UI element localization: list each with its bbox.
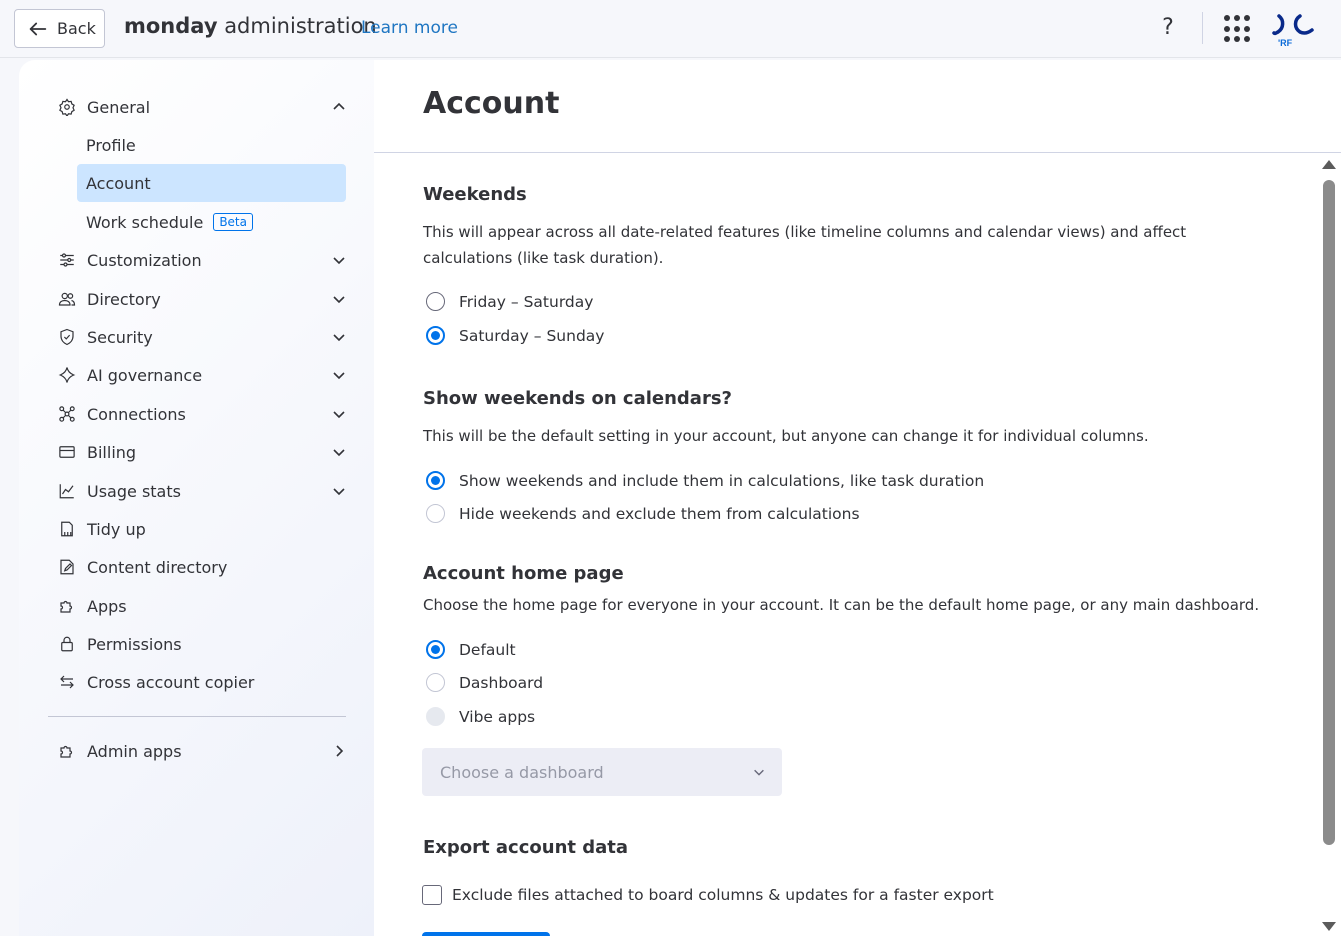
back-button[interactable]: Back (14, 9, 105, 48)
radio-show-weekends[interactable]: Show weekends and include them in calcul… (426, 471, 984, 490)
sparkle-icon (57, 365, 77, 385)
apps-grid-icon[interactable] (1224, 15, 1252, 43)
chart-line-icon (57, 481, 77, 501)
learn-more-link[interactable]: Learn more (361, 18, 458, 38)
back-label: Back (57, 19, 96, 38)
page-title: Account (423, 86, 560, 121)
radio-dashboard[interactable]: Dashboard (426, 673, 543, 692)
scrollbar-thumb[interactable] (1323, 180, 1335, 845)
sidebar-item-ai-governance[interactable]: AI governance (57, 356, 347, 394)
radio-vibe-apps[interactable]: Vibe apps (426, 707, 535, 726)
users-icon (57, 289, 77, 309)
chevron-up-icon (333, 102, 345, 110)
chevron-down-icon (333, 411, 345, 419)
chevron-down-icon (333, 296, 345, 304)
chevron-right-icon (336, 745, 344, 757)
app-title: monday administration (124, 14, 377, 38)
chevron-down-icon (333, 372, 345, 380)
sidebar-item-label: General (87, 97, 151, 117)
chevron-down-icon (333, 257, 345, 265)
chevron-down-icon (333, 334, 345, 342)
sidebar-item-security[interactable]: Security (57, 318, 347, 356)
radio-circle-selected (426, 640, 445, 659)
checkbox-box (422, 885, 442, 905)
account-logo[interactable]: 'RF (1270, 12, 1318, 52)
connections-icon (57, 404, 77, 424)
divider (1202, 12, 1203, 44)
sidebar-item-customization[interactable]: Customization (57, 241, 347, 279)
scroll-up-arrow[interactable] (1322, 160, 1336, 169)
show-weekends-title: Show weekends on calendars? (423, 388, 732, 409)
dashboard-dropdown[interactable]: Choose a dashboard (422, 748, 782, 796)
radio-saturday-sunday[interactable]: Saturday – Sunday (426, 326, 604, 345)
sidebar-item-directory[interactable]: Directory (57, 280, 347, 318)
sidebar-item-apps[interactable]: Apps (57, 587, 347, 625)
radio-circle-selected (426, 326, 445, 345)
radio-hide-weekends[interactable]: Hide weekends and exclude them from calc… (426, 504, 860, 523)
scroll-down-arrow[interactable] (1322, 922, 1336, 931)
puzzle-icon (57, 596, 77, 616)
beta-badge: Beta (213, 213, 253, 231)
chevron-down-icon (333, 488, 345, 496)
sidebar-item-billing[interactable]: Billing (57, 433, 347, 471)
sidebar-item-general[interactable]: General (57, 88, 347, 126)
weekends-description: This will appear across all date-related… (423, 223, 1187, 267)
sidebar-divider (48, 716, 346, 717)
page-header: Account (374, 60, 1341, 153)
sidebar-item-tidy-up[interactable]: Tidy up (57, 510, 347, 548)
arrow-left-icon (29, 22, 47, 35)
sidebar-item-cross-account-copier[interactable]: Cross account copier (57, 663, 347, 701)
chevron-down-icon (333, 449, 345, 457)
export-button[interactable] (422, 932, 550, 936)
show-weekends-description: This will be the default setting in your… (423, 427, 1149, 445)
lock-icon (57, 634, 77, 654)
radio-circle (426, 292, 445, 311)
chevron-down-icon (754, 769, 764, 776)
sidebar-item-connections[interactable]: Connections (57, 395, 347, 433)
transfer-icon (57, 672, 77, 692)
gear-icon (57, 97, 77, 117)
sidebar-item-content-directory[interactable]: Content directory (57, 548, 347, 586)
sliders-icon (57, 250, 77, 270)
main-content: Account Weekends This will appear across… (374, 60, 1341, 936)
puzzle-icon (57, 741, 77, 761)
export-title: Export account data (423, 837, 629, 858)
weekends-title: Weekends (423, 184, 527, 205)
edit-document-icon (57, 557, 77, 577)
home-page-title: Account home page (423, 563, 624, 584)
sidebar-item-permissions[interactable]: Permissions (57, 625, 347, 663)
help-icon[interactable]: ? (1156, 15, 1180, 40)
shield-icon (57, 327, 77, 347)
radio-default[interactable]: Default (426, 640, 516, 659)
radio-circle-disabled (426, 707, 445, 726)
sidebar-item-work-schedule[interactable]: Work schedule Beta (77, 203, 346, 241)
home-page-description: Choose the home page for everyone in you… (423, 596, 1260, 614)
radio-circle-selected (426, 471, 445, 490)
sidebar-item-usage-stats[interactable]: Usage stats (57, 472, 347, 510)
sidebar-item-profile[interactable]: Profile (77, 126, 346, 164)
broom-icon (57, 519, 77, 539)
svg-text:'RF: 'RF (1278, 38, 1293, 48)
top-bar: Back monday administration Learn more ? … (0, 0, 1341, 58)
radio-circle (426, 673, 445, 692)
dropdown-placeholder: Choose a dashboard (440, 762, 604, 782)
exclude-files-checkbox[interactable]: Exclude files attached to board columns … (422, 885, 994, 905)
radio-circle (426, 504, 445, 523)
radio-friday-saturday[interactable]: Friday – Saturday (426, 292, 593, 311)
sidebar: General Profile Account Work schedule Bet… (19, 60, 374, 936)
credit-card-icon (57, 442, 77, 462)
sidebar-item-admin-apps[interactable]: Admin apps (57, 732, 347, 770)
sidebar-item-account[interactable]: Account (77, 164, 346, 202)
